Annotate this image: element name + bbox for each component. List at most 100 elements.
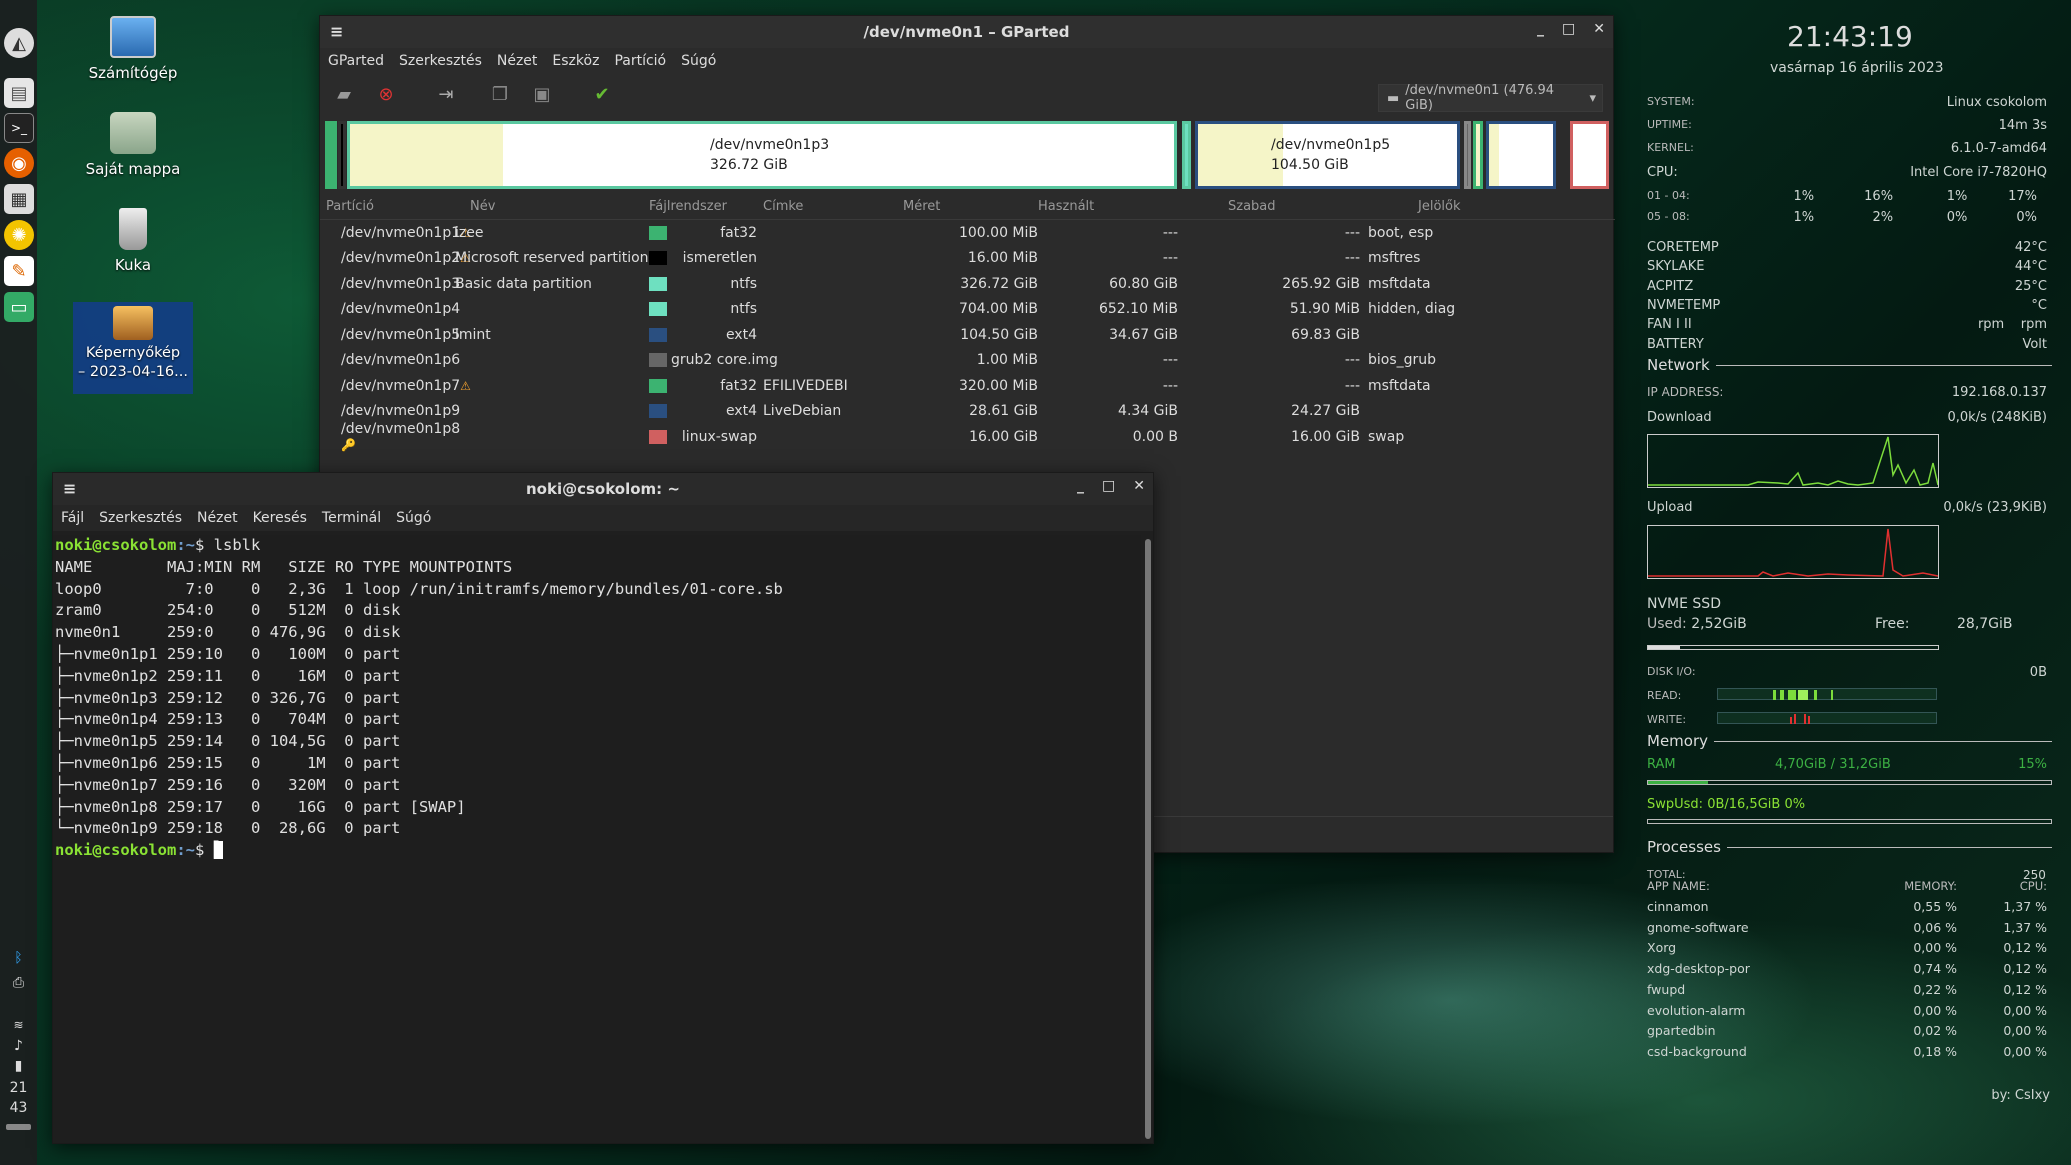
partition-used: 34.67 GiB [1109, 326, 1178, 343]
desktop-icon-label: Képernyőkép – 2023-04-16... [78, 345, 188, 380]
device-selector[interactable]: ▬ /dev/nvme0n1 (476.94 GiB) ▾ [1378, 83, 1603, 113]
terminal-titlebar[interactable]: ≡ noki@csokolom: ~ _ □ ✕ [53, 473, 1153, 505]
text-editor-icon[interactable]: ✎ [4, 256, 34, 286]
prompt-user: noki@csokolom [55, 536, 177, 554]
window-menu-icon[interactable]: ≡ [63, 479, 76, 498]
settings-sun-icon[interactable]: ✺ [4, 220, 34, 250]
menu-terminal[interactable]: Terminál [322, 510, 381, 526]
partition-flags: msftdata [1368, 275, 1431, 292]
partition-cell: /dev/nvme0n1p7⚠ [320, 378, 471, 394]
menu-view[interactable]: Nézet [497, 53, 538, 69]
clock-hour[interactable]: 21 [0, 1080, 37, 1096]
menu-icon[interactable]: ◭ [4, 28, 34, 58]
printer-icon[interactable]: ⎙ [0, 975, 37, 991]
gparted-icon[interactable]: ▭ [4, 292, 34, 322]
process-memory: 0,00 % [1913, 1002, 1957, 1018]
partition-size: 320.00 MiB [958, 377, 1038, 394]
partition-row[interactable]: /dev/nvme0n1p3 Basic data partition ntfs 32… [320, 271, 1615, 297]
desktop-icon-trash[interactable]: Kuka [73, 208, 193, 274]
maximize-button[interactable]: □ [1562, 21, 1575, 37]
trash-icon [119, 208, 147, 250]
new-partition-icon[interactable]: ▰ [332, 82, 356, 106]
volume-icon[interactable]: ♪ [0, 1038, 37, 1054]
delete-partition-icon[interactable]: ⊗ [374, 82, 398, 106]
network-icon[interactable]: ≋ [0, 1018, 37, 1032]
output-line: NAME MAJ:MIN RM SIZE RO TYPE MOUNTPOINTS [55, 557, 513, 576]
battery-icon[interactable]: ▮ [0, 1058, 37, 1074]
partition-row[interactable]: /dev/nvme0n1p5 lmint ext4 104.50 GiB 34.67 G… [320, 322, 1615, 348]
partition-row[interactable]: /dev/nvme0n1p2⚠ Microsoft reserved partit… [320, 246, 1615, 272]
window-menu-icon[interactable]: ≡ [330, 22, 343, 41]
partition-map-p8[interactable] [1570, 121, 1609, 189]
col-partition[interactable]: Partíció [320, 199, 455, 214]
output-line: ├─nvme0n1p5 259:14 0 104,5G 0 part [55, 732, 401, 751]
partition-map-p1[interactable] [325, 121, 337, 189]
partition-map-p7[interactable] [1473, 121, 1483, 189]
menu-search[interactable]: Keresés [253, 510, 307, 526]
bluetooth-icon[interactable]: ᛒ [0, 950, 37, 966]
col-filesystem[interactable]: Fájlrendszer [649, 199, 763, 214]
firefox-icon[interactable]: ◉ [4, 148, 34, 178]
col-name[interactable]: Név [455, 199, 649, 214]
desktop-icon-home[interactable]: Saját mappa [73, 112, 193, 178]
menu-gparted[interactable]: GParted [328, 53, 384, 69]
maximize-button[interactable]: □ [1102, 478, 1115, 494]
partition-row[interactable]: /dev/nvme0n1p8🔑 linux-swap 16.00 GiB 0.00 B… [320, 421, 1615, 452]
upload-value: 0,0k/s (23,9KiB) [1943, 500, 2047, 515]
partition-row[interactable]: /dev/nvme0n1p4 ntfs 704.00 MiB 652.10 MiB 51… [320, 297, 1615, 323]
partition-free: 24.27 GiB [1291, 403, 1360, 420]
menu-device[interactable]: Eszköz [552, 53, 599, 69]
partition-cell: /dev/nvme0n1p3 [320, 276, 460, 292]
desktop-icon-screenshot[interactable]: Képernyőkép – 2023-04-16... [73, 302, 193, 394]
gparted-titlebar[interactable]: ≡ /dev/nvme0n1 – GParted _ □ ✕ [320, 16, 1613, 48]
clock-minute[interactable]: 43 [0, 1100, 37, 1116]
copy-icon[interactable]: ❐ [488, 82, 512, 106]
apply-checkmark-icon[interactable]: ✔ [590, 82, 614, 106]
partition-free: 69.83 GiB [1291, 326, 1360, 343]
col-used[interactable]: Használt [1038, 199, 1228, 214]
show-desktop-button[interactable] [6, 1124, 31, 1130]
menu-partition[interactable]: Partíció [614, 53, 666, 69]
partition-row[interactable]: /dev/nvme0n1p1⚠ izee fat32 100.00 MiB --- ---… [320, 220, 1615, 246]
process-cpu: 1,37 % [2003, 899, 2047, 914]
menu-help[interactable]: Súgó [681, 53, 716, 69]
col-label[interactable]: Címke [763, 199, 903, 214]
files-icon[interactable]: ▤ [4, 78, 34, 108]
prompt-path: :~ [176, 536, 195, 554]
col-size[interactable]: Méret [903, 199, 1038, 214]
processes-title: Processes [1647, 838, 1721, 856]
desktop-icon-label: Számítógép [88, 64, 178, 82]
partition-map-p3[interactable]: /dev/nvme0n1p3 326.72 GiB [347, 121, 1177, 189]
partition-map-p4[interactable] [1182, 121, 1191, 189]
terminal-output[interactable]: noki@csokolom:~$ lsblk NAME MAJ:MIN RM S… [53, 535, 1141, 1143]
partition-map-p6[interactable] [1464, 121, 1471, 189]
partition-row[interactable]: /dev/nvme0n1p6 grub2 core.img 1.00 MiB --- -… [320, 348, 1615, 374]
paste-icon[interactable]: ▣ [530, 82, 554, 106]
partition-map-p2[interactable] [338, 121, 346, 189]
menu-edit[interactable]: Szerkesztés [99, 510, 182, 526]
menu-help[interactable]: Súgó [396, 510, 431, 526]
warning-icon: ⚠ [460, 378, 471, 393]
cores-label: 05 - 08: [1647, 210, 1690, 223]
close-button[interactable]: ✕ [1133, 478, 1145, 494]
partition-map-p9[interactable] [1486, 121, 1556, 189]
partition-flags: hidden, diag [1368, 301, 1456, 318]
partition-free: 51.90 MiB [1289, 301, 1360, 318]
partition-row[interactable]: /dev/nvme0n1p9 ext4 LiveDebian 28.61 GiB 4.3… [320, 399, 1615, 425]
desktop-icon-computer[interactable]: Számítógép [73, 16, 193, 82]
calculator-icon[interactable]: ▦ [4, 184, 34, 214]
resize-move-icon[interactable]: ⇥ [434, 82, 458, 106]
col-free[interactable]: Szabad [1228, 199, 1418, 214]
close-button[interactable]: ✕ [1593, 21, 1605, 37]
terminal-scrollbar[interactable] [1145, 539, 1151, 1139]
partition-row[interactable]: /dev/nvme0n1p7⚠ fat32 EFILIVEDEBI 320.00 Mi… [320, 373, 1615, 399]
terminal-icon[interactable]: >_ [4, 113, 34, 143]
col-flags[interactable]: Jelölők [1418, 199, 1461, 214]
partition-map-p5[interactable]: /dev/nvme0n1p5 104.50 GiB [1195, 121, 1460, 189]
menu-edit[interactable]: Szerkesztés [399, 53, 482, 69]
process-cpu: 0,12 % [2003, 961, 2047, 977]
minimize-button[interactable]: _ [1077, 478, 1084, 494]
menu-file[interactable]: Fájl [61, 510, 84, 526]
minimize-button[interactable]: _ [1537, 21, 1544, 37]
menu-view[interactable]: Nézet [197, 510, 238, 526]
